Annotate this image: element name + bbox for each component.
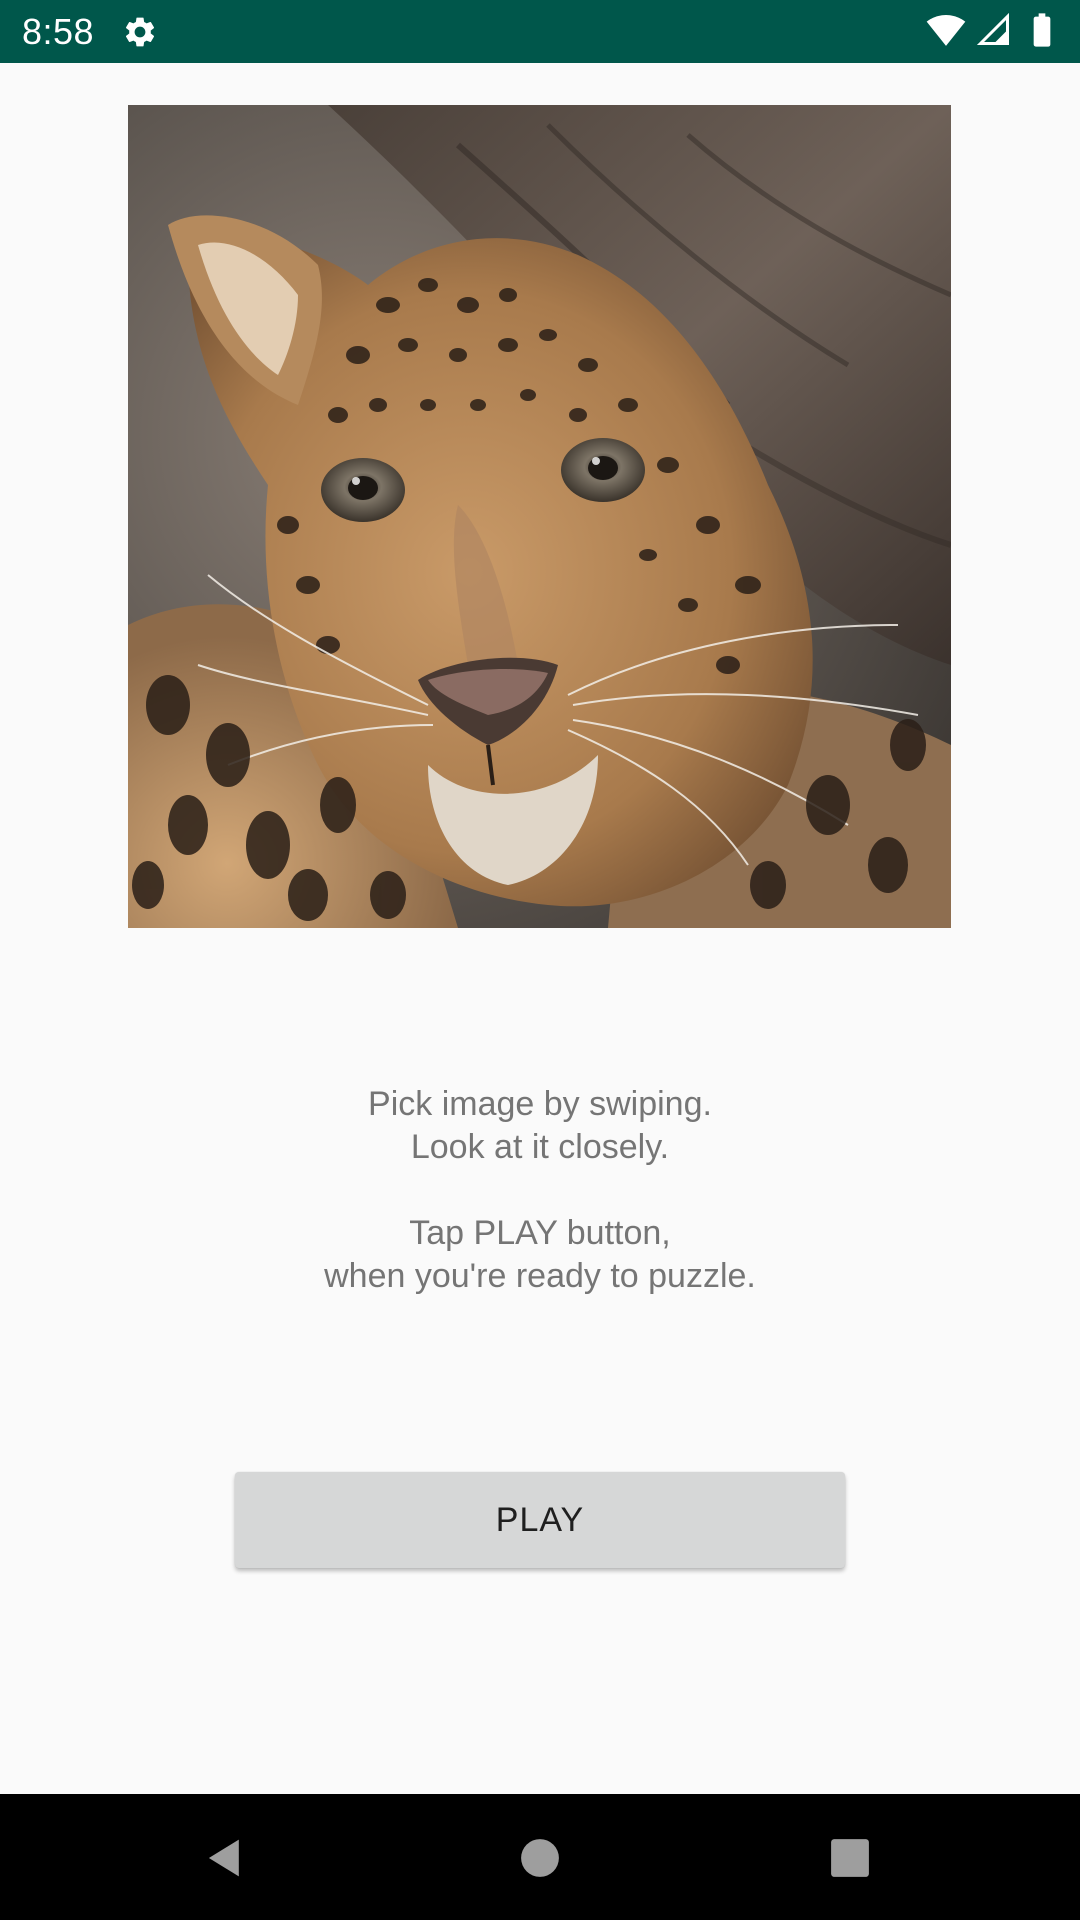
screen: 8:58 Pick image by swiping. Look at it c…	[0, 0, 1080, 1920]
battery-icon	[1022, 10, 1062, 55]
leopard-image[interactable]	[128, 105, 951, 928]
instruction-line: when you're ready to puzzle.	[324, 1257, 756, 1295]
play-button[interactable]: PLAY	[235, 1472, 845, 1568]
status-time: 8:58	[22, 11, 95, 52]
status-bar: 8:58	[0, 0, 1080, 63]
instruction-line: Tap PLAY button,	[409, 1214, 671, 1252]
instructions-text: Pick image by swiping. Look at it closel…	[0, 1083, 1080, 1298]
wifi-icon	[926, 10, 966, 55]
navigation-bar	[0, 1794, 1080, 1920]
recents-icon[interactable]	[820, 1828, 880, 1888]
signal-icon	[976, 12, 1012, 53]
gear-icon	[122, 14, 158, 50]
instruction-line: Pick image by swiping.	[368, 1085, 712, 1123]
instruction-gap	[0, 1169, 1080, 1212]
home-icon[interactable]	[510, 1828, 570, 1888]
status-icons	[926, 12, 1062, 52]
back-icon[interactable]	[195, 1828, 255, 1888]
instruction-line: Look at it closely.	[410, 1128, 670, 1166]
